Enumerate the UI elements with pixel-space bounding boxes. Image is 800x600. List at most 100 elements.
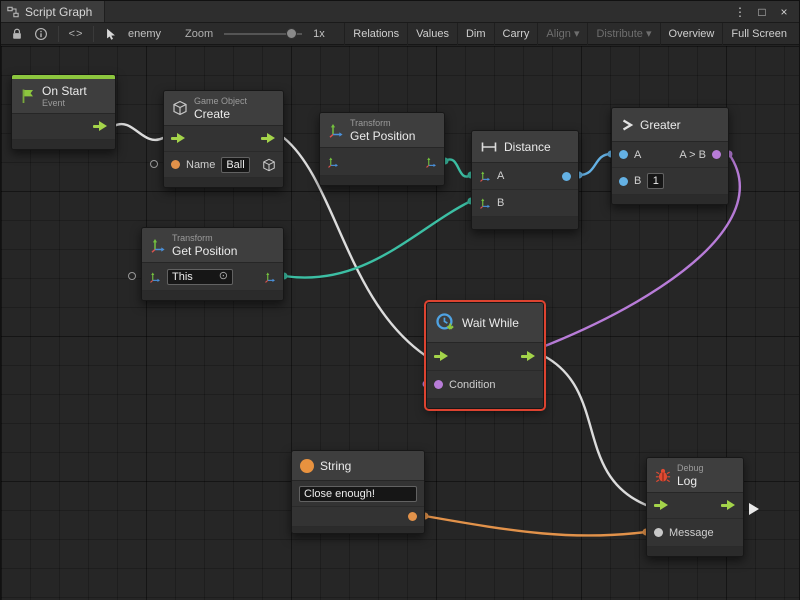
graph-toolbar: <> enemy Zoom 1x Relations Values Dim Ca… (1, 23, 799, 45)
transform-input-port[interactable] (149, 271, 161, 283)
control-output-port[interactable] (721, 500, 736, 511)
node-header: Wait While (427, 303, 543, 343)
graph-canvas[interactable]: On Start Event Game Object Create (1, 46, 799, 600)
vector3-input-port-a[interactable] (479, 170, 491, 182)
vector3-input-port-b[interactable] (479, 197, 491, 209)
zoom-label: Zoom (180, 28, 218, 40)
overview-button[interactable]: Overview (660, 23, 723, 45)
node-title: Greater (640, 118, 681, 132)
port-row (320, 148, 444, 176)
unconnected-port-indicator[interactable] (128, 272, 136, 280)
port-label-b: B (634, 175, 641, 187)
clock-icon (435, 312, 456, 333)
wire-getposition-to-distance-b[interactable] (284, 201, 471, 278)
float-input-port-a[interactable] (619, 150, 628, 159)
wire-distance-to-greater[interactable] (579, 154, 611, 175)
condition-input-port[interactable] (434, 380, 443, 389)
name-input-port[interactable] (171, 160, 180, 169)
b-value-field[interactable]: 1 (647, 173, 664, 189)
align-button: Align ▾ (537, 23, 587, 45)
name-value-field[interactable]: Ball (221, 157, 249, 173)
port-row (427, 343, 543, 371)
zoom-slider-handle[interactable] (286, 28, 297, 39)
node-footer (12, 140, 115, 149)
node-debug-log[interactable]: Debug Log Message (646, 457, 744, 557)
mouse-cursor (749, 503, 759, 515)
string-output-port[interactable] (408, 512, 417, 521)
carry-button[interactable]: Carry (494, 23, 538, 45)
object-picker-icon[interactable] (219, 271, 228, 282)
node-title: String (320, 459, 351, 473)
info-icon[interactable] (29, 23, 53, 45)
node-greater[interactable]: Greater A A > B B 1 (611, 107, 729, 205)
node-gameobject-create[interactable]: Game Object Create Name Ball (163, 90, 284, 188)
control-output-port[interactable] (261, 133, 276, 144)
values-button[interactable]: Values (407, 23, 457, 45)
relations-button[interactable]: Relations (344, 23, 407, 45)
dim-button[interactable]: Dim (457, 23, 494, 45)
control-input-port[interactable] (654, 500, 669, 511)
wire-string-to-message[interactable] (425, 516, 646, 536)
control-output-port[interactable] (93, 121, 108, 132)
code-view-icon[interactable]: <> (64, 23, 88, 45)
node-footer (472, 217, 578, 229)
script-graph-window: Script Graph ⋮ □ × <> enemy Zoom 1x (0, 0, 800, 600)
window-menu-button[interactable]: ⋮ (731, 5, 749, 19)
unconnected-port-indicator[interactable] (150, 160, 158, 168)
node-subtitle: Event (42, 98, 87, 109)
node-header: Greater (612, 108, 728, 142)
graph-name[interactable]: enemy (123, 28, 166, 40)
node-get-position-bottom[interactable]: Transform Get Position This (141, 227, 284, 301)
fullscreen-button[interactable]: Full Screen (722, 23, 795, 45)
port-row: Message (647, 519, 743, 547)
vector3-output-port[interactable] (264, 271, 276, 283)
titlebar: Script Graph ⋮ □ × (1, 1, 799, 23)
boolean-output-port[interactable] (712, 150, 721, 159)
port-row: A A > B (612, 142, 728, 168)
zoom-value: 1x (308, 28, 330, 40)
transform-input-port[interactable] (327, 156, 339, 168)
name-port-label: Name (186, 159, 215, 171)
window-close-button[interactable]: × (775, 5, 793, 19)
vector3-output-port[interactable] (425, 156, 437, 168)
node-header: String (292, 451, 424, 481)
control-input-port[interactable] (434, 351, 449, 362)
node-title: Distance (504, 140, 551, 154)
script-graph-tab[interactable]: Script Graph (1, 1, 105, 22)
node-title: Wait While (462, 316, 519, 330)
message-input-port[interactable] (654, 528, 663, 537)
float-output-port[interactable] (562, 172, 571, 181)
control-output-port[interactable] (521, 351, 536, 362)
node-title: Get Position (350, 129, 415, 143)
node-wait-while[interactable]: Wait While Condition (426, 302, 544, 409)
node-header: Transform Get Position (320, 113, 444, 148)
lock-icon[interactable] (5, 23, 29, 45)
node-footer (142, 291, 283, 300)
node-category: Game Object (194, 96, 247, 107)
float-input-port-b[interactable] (619, 177, 628, 186)
control-input-port[interactable] (171, 133, 186, 144)
port-label-b: B (497, 197, 504, 209)
wire-onstart-to-create[interactable] (114, 124, 163, 140)
node-get-position-top[interactable]: Transform Get Position (319, 112, 445, 186)
graph-pointer-icon (99, 23, 123, 45)
node-header: Debug Log (647, 458, 743, 493)
node-footer (164, 178, 283, 187)
node-footer (647, 547, 743, 556)
node-string-literal[interactable]: String Close enough! (291, 450, 425, 534)
zoom-slider[interactable] (224, 23, 302, 45)
node-on-start-event[interactable]: On Start Event (11, 74, 116, 150)
target-value-field[interactable]: This (167, 269, 233, 285)
string-value-field[interactable]: Close enough! (299, 486, 417, 502)
node-category: Transform (350, 118, 415, 129)
node-distance[interactable]: Distance A B (471, 130, 579, 230)
gameobject-output-port[interactable] (262, 158, 276, 172)
port-row: B 1 (612, 168, 728, 195)
port-row: Condition (427, 371, 543, 399)
port-row (647, 493, 743, 519)
node-category: Transform (172, 233, 237, 244)
window-restore-button[interactable]: □ (753, 5, 771, 19)
port-label-a: A (497, 170, 504, 182)
wire-getposition-to-distance-a[interactable] (445, 159, 471, 176)
wire-waitwhile-to-log[interactable] (544, 356, 646, 505)
